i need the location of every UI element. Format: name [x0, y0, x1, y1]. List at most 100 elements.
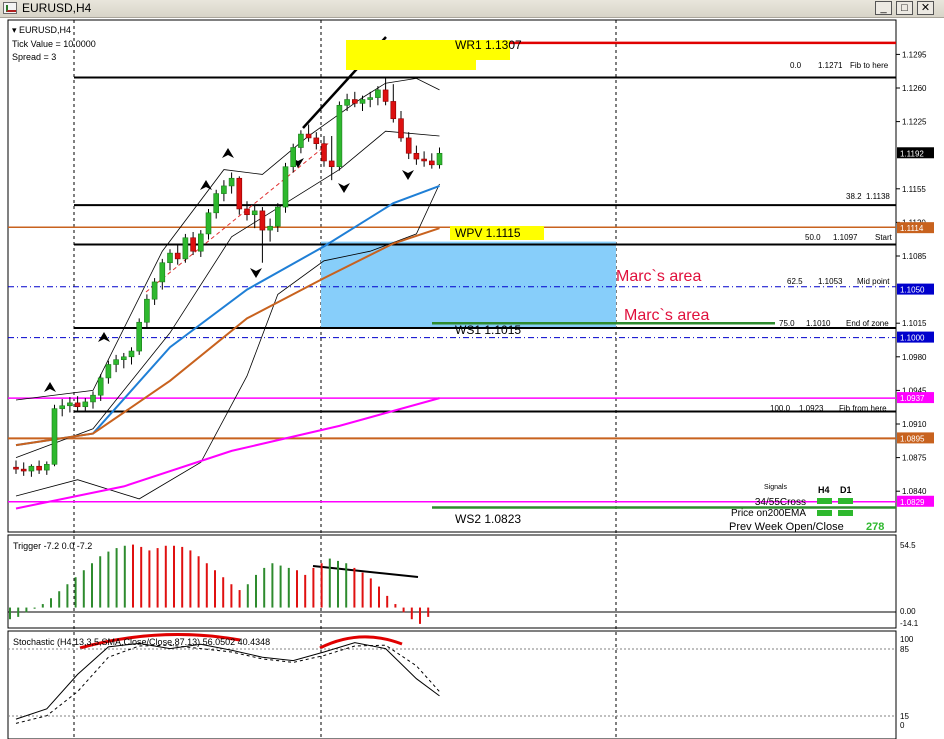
trigger-label: Trigger -7.2 0.0 -7.2 [13, 541, 92, 551]
candle-body [313, 137, 320, 144]
maximize-button[interactable]: □ [896, 1, 913, 15]
price-tick-label: 1.0910 [902, 420, 927, 429]
candle-body [174, 252, 181, 260]
chart-window-icon [3, 2, 17, 14]
candle-body [90, 394, 96, 403]
fib-0-tag: Fib to here [850, 61, 889, 70]
chart-canvas[interactable]: WR1 1.1307 WPV 1.1115 WS1 1.1015 WS2 1.0… [0, 17, 944, 739]
candle-body [144, 298, 150, 323]
prev-week-label: Prev Week Open/Close [729, 521, 844, 533]
prev-week-value: 278 [866, 521, 884, 533]
candle-body [336, 104, 343, 168]
candle-body [205, 212, 212, 235]
candle-body [67, 402, 73, 407]
fib-75-level: 75.0 [779, 319, 795, 328]
trigger-scale-max: 54.5 [900, 541, 916, 550]
candle-body [251, 210, 258, 216]
candle-body [328, 160, 335, 168]
price-badge-label: 1.1000 [900, 334, 925, 343]
candle-body [159, 262, 166, 283]
stoch-scale-15: 15 [900, 712, 909, 721]
price-badge-label: 1.1192 [900, 149, 924, 158]
price-tick-label: 1.1085 [902, 252, 927, 261]
signals-title: Signals [764, 484, 787, 491]
candle-body [428, 160, 435, 166]
stoch-scale-0: 0 [900, 721, 905, 730]
symbol-info: ▾ EURUSD,H4 [12, 25, 71, 35]
fib-100-level: 100.0 [770, 404, 791, 413]
price-tick-label: 1.0980 [902, 353, 927, 362]
candle-body [244, 208, 250, 216]
fib-50-level: 50.0 [805, 233, 821, 242]
candle-body [375, 89, 381, 98]
signal-h4-cross-icon [817, 498, 832, 504]
chart-window: EURUSD,H4 _ □ ✕ WR1 1.1307 WPV 1.1115 WS… [0, 0, 944, 739]
stoch-scale-85: 85 [900, 645, 909, 654]
candle-body [228, 177, 235, 187]
fib-100-tag: Fib from here [839, 404, 887, 413]
candle-body [221, 185, 227, 194]
price-badge-label: 1.1114 [900, 224, 924, 233]
stochastic-pane[interactable] [7, 630, 897, 739]
price-badge-label: 1.0937 [900, 394, 925, 403]
marcs-area-label-2: Marc`s area [624, 307, 709, 324]
candle-body [382, 89, 389, 102]
candle-body [405, 137, 412, 154]
candle-body [190, 237, 196, 252]
close-button[interactable]: ✕ [917, 1, 934, 15]
candle-body [390, 101, 397, 120]
window-title: EURUSD,H4 [22, 1, 92, 15]
price-badge-label: 1.0895 [900, 434, 925, 443]
price-tick-label: 1.1015 [902, 319, 927, 328]
candle-body [59, 405, 66, 409]
minimize-button[interactable]: _ [875, 1, 892, 15]
fib-0-level: 0.0 [790, 61, 802, 70]
candle-body [398, 118, 404, 139]
fib-50-price: 1.1097 [833, 233, 858, 242]
fib-75-price: 1.1010 [806, 319, 831, 328]
signal-d1-ema-icon [838, 510, 853, 516]
fib-62-tag: Mid point [857, 277, 890, 286]
candle-body [344, 99, 350, 106]
ws2-label: WS2 1.0823 [455, 512, 521, 526]
candle-body [13, 466, 19, 470]
fib-0-price: 1.1271 [818, 61, 843, 70]
signals-header-h4: H4 [818, 485, 830, 495]
candle-body [121, 356, 127, 360]
fib-62-level: 62.5 [787, 277, 803, 286]
wr1-label: WR1 1.1307 [455, 38, 522, 52]
marcs-area-zone [321, 241, 616, 328]
candle-body [28, 465, 35, 472]
candle-body [198, 233, 204, 252]
price-tick-label: 1.0840 [902, 487, 927, 496]
candle-body [259, 210, 266, 231]
candle-body [359, 99, 366, 104]
fib-62-price: 1.1053 [818, 277, 843, 286]
trigger-scale-min: -14.1 [900, 619, 919, 628]
candle-body [413, 152, 420, 160]
candle-body [128, 350, 135, 358]
fib-100-price: 1.0923 [799, 404, 824, 413]
price-tick-label: 1.1260 [902, 84, 927, 93]
title-bar[interactable]: EURUSD,H4 _ □ ✕ [0, 0, 944, 18]
candle-body [421, 158, 427, 162]
fib-75-tag: End of zone [846, 319, 889, 328]
candle-body [97, 377, 104, 396]
fib-50-tag: Start [875, 233, 893, 242]
candle-body [351, 99, 358, 104]
spread-info: Spread = 3 [12, 52, 56, 62]
candle-body [213, 193, 219, 214]
price-scale[interactable]: 1.12951.12601.12251.11551.11201.10851.10… [896, 50, 927, 496]
trigger-scale-zero: 0.00 [900, 607, 916, 616]
ws1-label: WS1 1.1015 [455, 323, 521, 337]
candle-body [82, 401, 89, 408]
candle-body [267, 225, 273, 231]
signals-header-d1: D1 [840, 485, 852, 495]
price-tick-label: 1.1225 [902, 118, 927, 127]
candle-body [274, 206, 281, 227]
fib-38-level: 38.2 [846, 192, 862, 201]
candle-body [74, 402, 81, 408]
tick-value-info: Tick Value = 10.0000 [12, 39, 96, 49]
candle-body [167, 252, 173, 264]
wpv-label: WPV 1.1115 [455, 226, 521, 240]
